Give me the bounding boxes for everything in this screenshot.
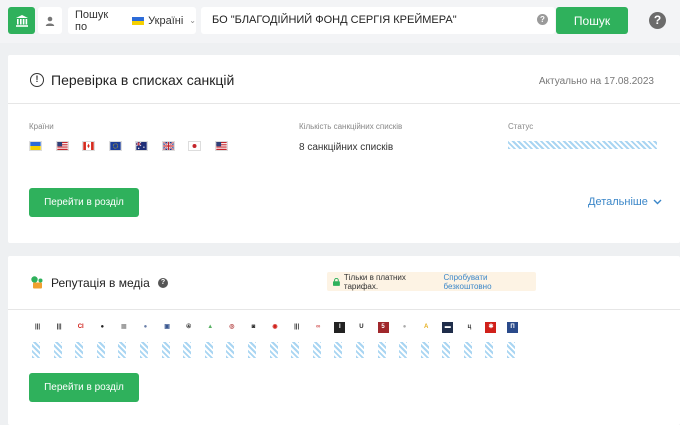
media-hidden-value [75,342,84,358]
status-hidden-placeholder [508,141,657,149]
media-hidden-value [377,342,386,358]
media-hidden-value [183,342,192,358]
chevron-down-icon: ⌄ [189,16,196,25]
media-hidden-value [161,342,170,358]
warning-icon: ! [30,73,44,87]
sanctions-title: Перевірка в списках санкцій [51,72,235,88]
lists-count-label: Кількість санкційних списків [299,122,403,131]
media-hidden-value [139,342,148,358]
media-title: Репутація в медіа [51,276,150,290]
media-source-logo-icon: ▣ [161,322,173,333]
uk-flag-icon [161,141,175,151]
media-source-logo-icon: ||| [32,322,43,333]
media-source-logo-icon: ||| [291,322,303,333]
media-source-logo-icon: ✱ [485,322,497,333]
media-hidden-value [291,342,300,358]
media-source-logo-icon: ц [463,322,475,333]
sanctions-updated-date: Актуально на 17.08.2023 [538,76,654,87]
media-source-logo-icon: A [420,322,432,333]
media-source-logo-icon: ▲ [204,322,216,333]
status-label: Статус [508,122,534,131]
media-hidden-values [32,342,529,358]
media-source-logo-icon: ∞ [312,322,324,333]
media-hidden-value [485,342,494,358]
media-source-logo-icon: 5 [377,322,389,333]
media-source-logo-icon: ||| [53,322,65,333]
usa-flag-icon [55,141,69,151]
try-free-link[interactable]: Спробувати безкоштовно [443,273,536,291]
media-hidden-value [507,342,516,358]
countries-label: Країни [29,122,54,131]
sanctions-card: ! Перевірка в списках санкцій Актуально … [8,55,680,243]
media-hidden-value [463,342,472,358]
ukraine-flag-icon [29,141,42,151]
media-source-logo-icon: ▬ [442,322,454,333]
canada-flag-icon [82,141,95,151]
search-help-icon[interactable]: ? [537,14,548,25]
search-scope-label: Пошук по [75,8,109,33]
media-hidden-value [399,342,408,358]
media-hidden-value [269,342,278,358]
country-flags [29,141,241,151]
search-button[interactable]: Пошук [556,7,628,34]
media-source-logo-icon: CI [75,322,87,333]
media-hidden-value [247,342,256,358]
media-source-logo-icon: ◉ [269,322,281,333]
media-logos: ||| ||| CI ● ▦ ● ▣ ④ ▲ ◎ ◙ ◉ ||| ∞ I U 5 ● A ▬ ц ✱ П [32,322,529,333]
institution-icon [15,14,28,27]
media-hidden-value [334,342,343,358]
institution-icon-button[interactable] [8,7,35,34]
media-source-logo-icon: ◙ [247,322,259,333]
media-hidden-value [53,342,62,358]
ukraine-flag-icon [132,16,145,25]
eu-flag-icon [108,141,122,151]
usa-flag-icon [214,141,228,151]
media-source-logo-icon: ▦ [118,322,130,333]
media-hidden-value [32,342,40,358]
media-source-logo-icon: ● [139,322,151,333]
sanctions-go-button[interactable]: Перейти в розділ [29,188,139,217]
media-go-button[interactable]: Перейти в розділ [29,373,139,402]
media-source-logo-icon: ◎ [226,322,238,333]
media-source-logo-icon: ④ [183,322,195,333]
media-source-logo-icon: П [507,322,519,333]
media-reputation-card: Репутація в медіа ? Тільки в платних тар… [8,256,680,425]
paid-note-text: Тільки в платних тарифах. [343,272,406,291]
details-label: Детальніше [588,196,648,208]
media-hidden-value [420,342,429,358]
sanctions-header: ! Перевірка в списках санкцій Актуально … [8,55,680,104]
media-header: Репутація в медіа ? Тільки в платних тар… [8,256,680,310]
user-icon [45,16,55,26]
media-hidden-value [442,342,451,358]
media-hidden-value [312,342,321,358]
reputation-icon [31,276,43,289]
chevron-down-icon [653,199,662,205]
media-source-logo-icon: I [334,322,346,333]
lists-count-value: 8 санкційних списків [299,142,394,153]
media-source-logo-icon: ● [399,322,411,333]
top-bar: Пошук по Україні ⌄ БО "БЛАГОДІЙНИЙ ФОНД … [0,0,680,43]
media-source-logo-icon: U [355,322,367,333]
media-hidden-value [355,342,364,358]
media-source-logo-icon: ● [96,322,108,333]
lock-icon [333,277,340,286]
help-icon[interactable]: ? [158,278,168,288]
japan-flag-icon [188,141,201,151]
media-hidden-value [96,342,105,358]
details-link[interactable]: Детальніше [588,196,662,208]
paid-tariff-notice: Тільки в платних тарифах. Спробувати без… [327,272,536,291]
search-input[interactable]: БО "БЛАГОДІЙНИЙ ФОНД СЕРГІЯ КРЕЙМЕРА" [201,7,555,34]
search-scope-select[interactable]: Пошук по Україні ⌄ [68,7,196,34]
australia-flag-icon [135,141,148,151]
media-hidden-value [204,342,213,358]
help-icon[interactable]: ? [649,12,666,29]
search-scope-value: Україні [148,14,184,27]
user-button[interactable] [38,7,62,34]
media-hidden-value [118,342,127,358]
media-hidden-value [226,342,235,358]
